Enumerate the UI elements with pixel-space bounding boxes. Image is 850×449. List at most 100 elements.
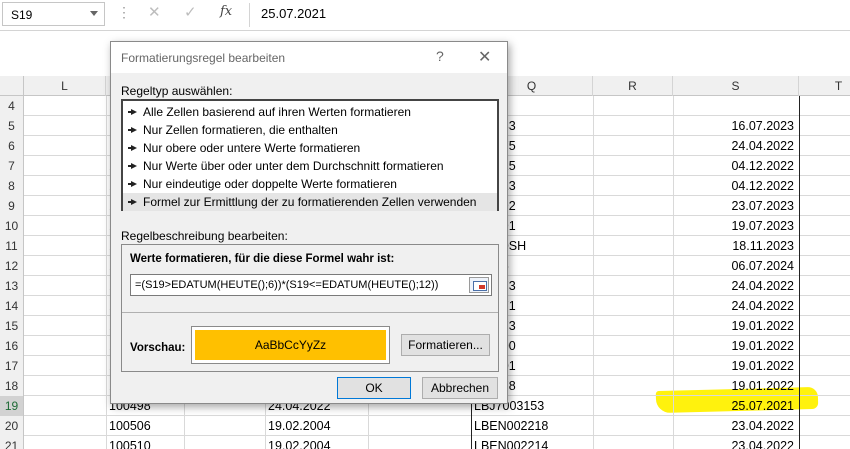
cell-border (799, 256, 800, 276)
cell-border (799, 316, 800, 336)
row-header[interactable]: 12 (0, 256, 24, 276)
cell-s[interactable]: 06.07.2024 (674, 256, 797, 276)
cell-s[interactable]: 16.07.2023 (674, 116, 797, 136)
rule-type-item[interactable]: Alle Zellen basierend auf ihren Werten f… (123, 103, 497, 121)
arrow-right-icon (128, 145, 137, 151)
cell-border (799, 296, 800, 316)
row-header[interactable]: 8 (0, 176, 24, 196)
row-header[interactable]: 21 (0, 436, 24, 449)
rule-type-list[interactable]: Alle Zellen basierend auf ihren Werten f… (121, 99, 499, 211)
cell-border (593, 156, 594, 176)
column-header-r[interactable]: R (593, 76, 673, 96)
cell-border (593, 136, 594, 156)
row-header[interactable]: 7 (0, 156, 24, 176)
rule-type-item[interactable]: Nur obere oder untere Werte formatieren (123, 139, 497, 157)
column-header-l[interactable]: L (24, 76, 106, 96)
formula-input[interactable]: 25.07.2021 (261, 6, 326, 21)
column-header-t[interactable]: T (799, 76, 850, 96)
cell-s[interactable] (674, 96, 797, 116)
range-select-icon[interactable] (469, 277, 489, 293)
cancel-button[interactable]: Abbrechen (422, 377, 498, 399)
formula-field[interactable]: =(S19>EDATUM(HEUTE();6))*(S19<=EDATUM(HE… (130, 274, 492, 296)
rule-type-item[interactable]: Nur Zellen formatieren, die enthalten (123, 121, 497, 139)
cell-s[interactable]: 04.12.2022 (674, 156, 797, 176)
row-header[interactable]: 5 (0, 116, 24, 136)
row-header[interactable]: 20 (0, 416, 24, 436)
ok-button[interactable]: OK (337, 377, 411, 399)
cell-border (593, 376, 594, 396)
chevron-down-icon[interactable] (90, 11, 98, 16)
row-header[interactable]: 17 (0, 356, 24, 376)
cell-s[interactable]: 24.04.2022 (674, 296, 797, 316)
formula-value: =(S19>EDATUM(HEUTE();6))*(S19<=EDATUM(HE… (135, 279, 439, 291)
cell-o[interactable]: 19.02.2004 (266, 436, 366, 449)
formula-bar: S19 ⋮ ✕ ✓ fx 25.07.2021 (0, 0, 850, 31)
close-icon[interactable]: ✕ (478, 47, 491, 67)
rule-type-item[interactable]: Nur eindeutige oder doppelte Werte forma… (123, 175, 497, 193)
cell-s[interactable]: 23.07.2023 (674, 196, 797, 216)
cell-s[interactable]: 24.04.2022 (674, 276, 797, 296)
cell-border (593, 336, 594, 356)
cell-border (799, 156, 800, 176)
cell-s[interactable]: 25.07.2021 (674, 396, 797, 416)
cell-s[interactable]: 23.04.2022 (674, 436, 797, 449)
dialog-title-bar[interactable]: Formatierungsregel bearbeiten ? ✕ (111, 42, 507, 73)
cell-border (593, 196, 594, 216)
cell-s[interactable]: 19.01.2022 (674, 376, 797, 396)
cell-border (799, 376, 800, 396)
row-header[interactable]: 11 (0, 236, 24, 256)
preview-label: Vorschau: (130, 342, 186, 354)
row-header[interactable]: 13 (0, 276, 24, 296)
row-header[interactable]: 15 (0, 316, 24, 336)
arrow-right-icon (128, 163, 137, 169)
row-header[interactable]: 18 (0, 376, 24, 396)
rule-type-item[interactable]: Nur Werte über oder unter dem Durchschni… (123, 157, 497, 175)
row-header[interactable]: 4 (0, 96, 24, 116)
insert-function-icon[interactable]: fx (220, 4, 232, 19)
cell-q[interactable]: LBEN002218 (472, 416, 592, 436)
cell-s[interactable]: 19.01.2022 (674, 336, 797, 356)
rule-type-item-selected[interactable]: Formel zur Ermittlung der zu formatieren… (123, 193, 497, 211)
help-icon[interactable]: ? (436, 48, 444, 64)
row-header[interactable]: 10 (0, 216, 24, 236)
cell-border (593, 276, 594, 296)
cancel-icon[interactable]: ✕ (148, 3, 161, 21)
edit-format-rule-dialog: Formatierungsregel bearbeiten ? ✕ Regelt… (110, 41, 508, 404)
cell-border (593, 356, 594, 376)
row-header[interactable]: 19 (0, 396, 24, 416)
format-preview: AaBbCcYyZz (191, 326, 390, 364)
cell-o[interactable]: 19.02.2004 (266, 416, 366, 436)
cell-border (799, 176, 800, 196)
cell-border (799, 196, 800, 216)
column-header-s[interactable]: S (673, 76, 799, 96)
row-header[interactable]: 6 (0, 136, 24, 156)
cell-s[interactable]: 18.11.2023 (674, 236, 797, 256)
cell-m[interactable]: 100510 (107, 436, 183, 449)
name-box[interactable]: S19 (2, 2, 105, 26)
cell-s[interactable]: 04.12.2022 (674, 176, 797, 196)
row-header[interactable]: 14 (0, 296, 24, 316)
cell-border (593, 176, 594, 196)
cell-border (593, 436, 594, 449)
preview-sample: AaBbCcYyZz (195, 330, 386, 360)
arrow-right-icon (128, 181, 137, 187)
cell-border (593, 96, 594, 116)
cell-q[interactable]: LBEN002214 (472, 436, 592, 449)
cell-s[interactable]: 23.04.2022 (674, 416, 797, 436)
table-row: 21 100510 19.02.2004 LBEN002214 23.04.2022 (0, 436, 850, 449)
cell-border (799, 356, 800, 376)
select-all-corner[interactable] (0, 76, 24, 96)
table-row: 20 100506 19.02.2004 LBEN002218 23.04.2022 (0, 416, 850, 436)
format-button[interactable]: Formatieren... (401, 334, 490, 356)
more-options-icon[interactable]: ⋮ (117, 5, 131, 19)
cell-s[interactable]: 24.04.2022 (674, 136, 797, 156)
row-header[interactable]: 9 (0, 196, 24, 216)
cell-s[interactable]: 19.01.2022 (674, 356, 797, 376)
cell-border (593, 316, 594, 336)
cell-m[interactable]: 100506 (107, 416, 183, 436)
enter-icon[interactable]: ✓ (184, 3, 197, 21)
row-header[interactable]: 16 (0, 336, 24, 356)
cell-s[interactable]: 19.01.2022 (674, 316, 797, 336)
cell-border (799, 96, 800, 116)
cell-s[interactable]: 19.07.2023 (674, 216, 797, 236)
